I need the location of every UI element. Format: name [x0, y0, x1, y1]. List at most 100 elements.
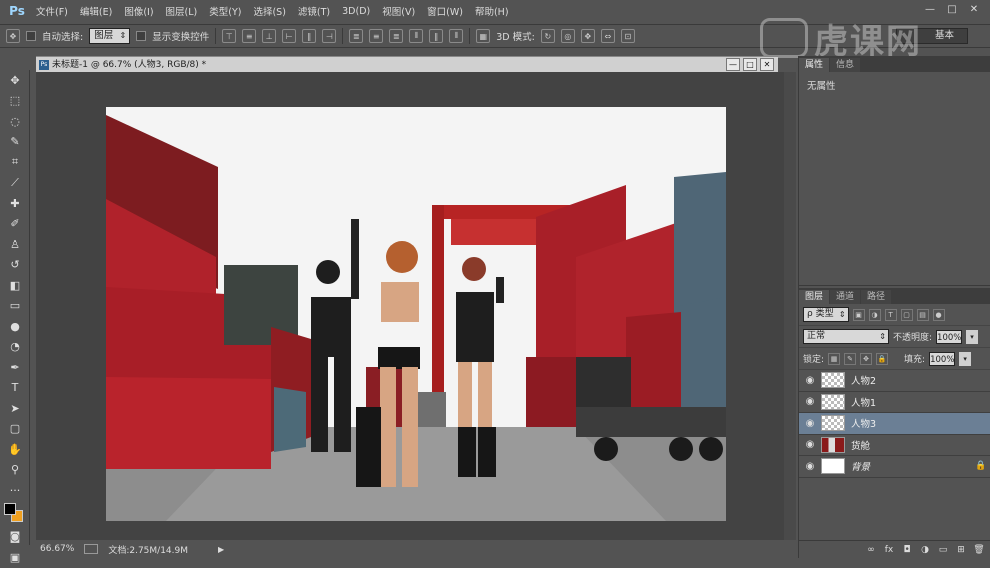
tab-properties[interactable]: 属性: [799, 58, 830, 72]
zoom-level[interactable]: 66.67%: [40, 544, 74, 554]
menu-3d[interactable]: 3D(D): [336, 6, 376, 17]
pan-3d-icon[interactable]: ✥: [580, 29, 595, 43]
quick-select-tool-icon[interactable]: ✎: [0, 132, 30, 153]
marquee-tool-icon[interactable]: ⬚: [0, 91, 30, 112]
lasso-tool-icon[interactable]: ◌: [0, 111, 30, 132]
filter-type-icon[interactable]: T: [884, 308, 897, 321]
document-image[interactable]: [106, 107, 726, 521]
layer-filter-dropdown[interactable]: ρ 类型: [803, 307, 849, 322]
close-button[interactable]: ✕: [966, 3, 982, 17]
eyedropper-tool-icon[interactable]: ⟋: [0, 173, 30, 194]
more-tools-icon[interactable]: ···: [0, 480, 30, 501]
layer-style-icon[interactable]: fx: [883, 545, 895, 555]
filter-shape-icon[interactable]: ▢: [900, 308, 913, 321]
filter-pixel-icon[interactable]: ▣: [852, 308, 865, 321]
align-top-icon[interactable]: ⊤: [222, 29, 237, 43]
path-select-tool-icon[interactable]: ➤: [0, 398, 30, 419]
maximize-button[interactable]: □: [944, 3, 960, 17]
vertical-scrollbar[interactable]: [784, 72, 796, 540]
eraser-tool-icon[interactable]: ◧: [0, 275, 30, 296]
layer-row-huocang[interactable]: ◉ 货舱: [799, 434, 990, 456]
layer-row-renwu3[interactable]: ◉ 人物3: [799, 413, 990, 435]
distribute-hcenter-icon[interactable]: ‖: [429, 29, 444, 43]
screen-mode-icon[interactable]: ▣: [0, 547, 30, 568]
doc-maximize-button[interactable]: □: [743, 58, 757, 71]
auto-select-dropdown[interactable]: 图层: [89, 28, 131, 44]
link-layers-icon[interactable]: ∞: [865, 545, 877, 555]
foreground-color-swatch[interactable]: [4, 502, 16, 515]
filter-smart-icon[interactable]: ▤: [916, 308, 929, 321]
tab-paths[interactable]: 路径: [861, 290, 892, 304]
new-group-icon[interactable]: ▭: [937, 545, 949, 555]
history-brush-tool-icon[interactable]: ↺: [0, 255, 30, 276]
menu-select[interactable]: 选择(S): [247, 4, 291, 18]
layer-row-renwu2[interactable]: ◉ 人物2: [799, 370, 990, 392]
delete-layer-icon[interactable]: 🗑: [973, 545, 985, 555]
adjustment-layer-icon[interactable]: ◑: [919, 545, 931, 555]
layer-row-background[interactable]: ◉ 背景 🔒: [799, 456, 990, 478]
menu-edit[interactable]: 编辑(E): [74, 4, 118, 18]
visibility-eye-icon[interactable]: ◉: [799, 461, 821, 472]
align-right-icon[interactable]: ⊣: [322, 29, 337, 43]
rectangle-tool-icon[interactable]: ▢: [0, 419, 30, 440]
menu-file[interactable]: 文件(F): [30, 4, 74, 18]
filter-adjustment-icon[interactable]: ◑: [868, 308, 881, 321]
add-mask-icon[interactable]: ◘: [901, 545, 913, 555]
menu-type[interactable]: 类型(Y): [203, 4, 247, 18]
doc-minimize-button[interactable]: —: [726, 58, 740, 71]
document-tab[interactable]: Ps 未标题-1 @ 66.7% (人物3, RGB/8) * — □ ✕: [36, 56, 778, 72]
doc-close-button[interactable]: ✕: [760, 58, 774, 71]
visibility-eye-icon[interactable]: ◉: [799, 439, 821, 450]
move-tool-icon[interactable]: ✥: [0, 70, 30, 91]
blur-tool-icon[interactable]: ●: [0, 316, 30, 337]
visibility-eye-icon[interactable]: ◉: [799, 375, 821, 386]
menu-help[interactable]: 帮助(H): [469, 4, 515, 18]
align-vcenter-icon[interactable]: ≡: [242, 29, 257, 43]
opacity-dropdown-arrow-icon[interactable]: ▾: [966, 329, 979, 344]
blend-mode-dropdown[interactable]: 正常: [803, 329, 889, 344]
menu-layer[interactable]: 图层(L): [160, 4, 204, 18]
distribute-top-icon[interactable]: ≣: [349, 29, 364, 43]
color-swatches[interactable]: [0, 501, 30, 527]
lock-all-icon[interactable]: 🔒: [876, 352, 889, 365]
menu-filter[interactable]: 滤镜(T): [292, 4, 336, 18]
menu-window[interactable]: 窗口(W): [421, 4, 469, 18]
layer-row-renwu1[interactable]: ◉ 人物1: [799, 391, 990, 413]
tab-info[interactable]: 信息: [830, 58, 861, 72]
distribute-left-icon[interactable]: ⫴: [409, 29, 424, 43]
fill-dropdown-arrow-icon[interactable]: ▾: [959, 351, 972, 366]
distribute-vcenter-icon[interactable]: ≡: [369, 29, 384, 43]
lock-pixels-icon[interactable]: ✎: [844, 352, 857, 365]
quick-mask-icon[interactable]: ◙: [0, 527, 30, 548]
align-bottom-icon[interactable]: ⊥: [262, 29, 277, 43]
workspace-dropdown[interactable]: 基本: [896, 28, 968, 44]
tab-layers[interactable]: 图层: [799, 290, 830, 304]
opacity-input[interactable]: 100%: [936, 329, 963, 344]
healing-brush-tool-icon[interactable]: ✚: [0, 193, 30, 214]
visibility-eye-icon[interactable]: ◉: [799, 396, 821, 407]
rotate-3d-icon[interactable]: ↻: [540, 29, 555, 43]
auto-select-checkbox[interactable]: [26, 31, 36, 41]
roll-3d-icon[interactable]: ◎: [560, 29, 575, 43]
minimize-button[interactable]: —: [922, 3, 938, 17]
crop-tool-icon[interactable]: ⌗: [0, 152, 30, 173]
lock-position-icon[interactable]: ✥: [860, 352, 873, 365]
menu-view[interactable]: 视图(V): [376, 4, 421, 18]
filter-toggle-icon[interactable]: ●: [932, 308, 945, 321]
clone-stamp-tool-icon[interactable]: ♙: [0, 234, 30, 255]
lock-transparent-icon[interactable]: ▦: [828, 352, 841, 365]
gradient-tool-icon[interactable]: ▭: [0, 296, 30, 317]
type-tool-icon[interactable]: T: [0, 378, 30, 399]
move-tool-icon[interactable]: ✥: [6, 29, 20, 43]
scale-3d-icon[interactable]: ⊡: [620, 29, 635, 43]
menu-image[interactable]: 图像(I): [118, 4, 159, 18]
hand-tool-icon[interactable]: ✋: [0, 439, 30, 460]
new-layer-icon[interactable]: ⊞: [955, 545, 967, 555]
zoom-tool-icon[interactable]: ⚲: [0, 460, 30, 481]
pen-tool-icon[interactable]: ✒: [0, 357, 30, 378]
visibility-eye-icon[interactable]: ◉: [799, 418, 821, 429]
tab-channels[interactable]: 通道: [830, 290, 861, 304]
status-toggle-button[interactable]: [84, 544, 99, 554]
align-left-icon[interactable]: ⊢: [282, 29, 297, 43]
fill-input[interactable]: 100%: [929, 351, 956, 366]
